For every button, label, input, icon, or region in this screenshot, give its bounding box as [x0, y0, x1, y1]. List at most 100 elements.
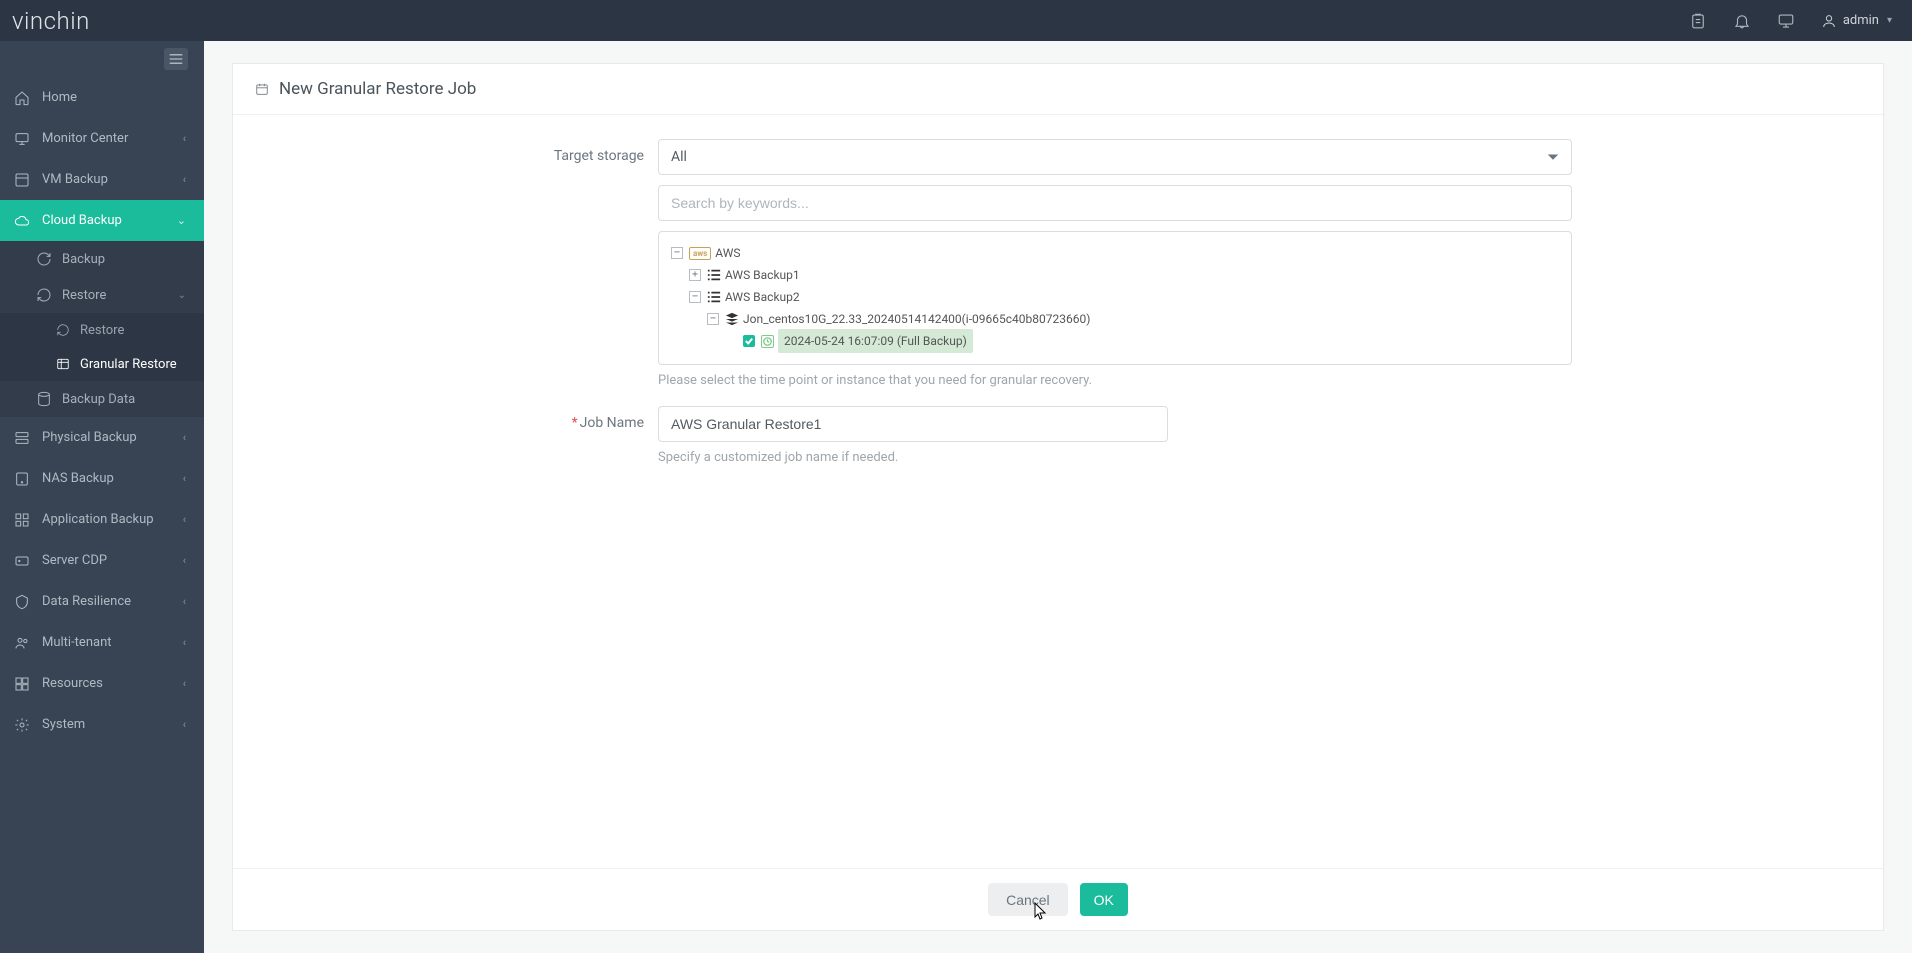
- undo-icon: [56, 323, 70, 337]
- ok-button[interactable]: OK: [1080, 883, 1128, 916]
- nav-data-resilience[interactable]: Data Resilience ‹: [0, 581, 204, 622]
- field-job-name: Specify a customized job name if needed.: [658, 406, 1572, 465]
- nav-vm-backup[interactable]: VM Backup ‹: [0, 159, 204, 200]
- tree-box: − aws AWS + AWS Backup1 −: [658, 231, 1572, 365]
- sidebar-toggle-button[interactable]: [164, 48, 188, 70]
- nav-label: System: [42, 717, 85, 732]
- user-menu[interactable]: admin ▾: [1821, 13, 1892, 29]
- refresh-icon: [36, 251, 52, 267]
- undo-icon: [36, 287, 52, 303]
- clock-icon: [761, 335, 774, 348]
- nav-resources[interactable]: Resources ‹: [0, 663, 204, 704]
- user-name: admin: [1843, 13, 1879, 28]
- tree-backup1-label: AWS Backup1: [725, 264, 800, 286]
- subnav-restore[interactable]: Restore ⌄: [0, 277, 204, 313]
- cdp-icon: [14, 553, 30, 569]
- panel-footer: Cancel OK: [233, 868, 1883, 930]
- topbar-right: admin ▾: [1689, 12, 1892, 30]
- tree-backup1[interactable]: + AWS Backup1: [671, 264, 1559, 286]
- chevron-left-icon: ‹: [183, 636, 186, 649]
- chevron-down-icon: [1547, 151, 1559, 163]
- layout: Home Monitor Center ‹ VM Backup ‹ Cloud …: [0, 41, 1912, 953]
- panel: New Granular Restore Job Target storage …: [232, 63, 1884, 931]
- subnav-label: Restore: [62, 288, 106, 303]
- nav-application-backup[interactable]: Application Backup ‹: [0, 499, 204, 540]
- nav-label: Server CDP: [42, 553, 107, 568]
- calendar-icon: [255, 82, 269, 96]
- collapse-icon[interactable]: −: [671, 247, 683, 259]
- chevron-left-icon: ‹: [183, 513, 186, 526]
- chevron-left-icon: ‹: [183, 173, 186, 186]
- tree-backup2[interactable]: − AWS Backup2: [671, 286, 1559, 308]
- nav-home[interactable]: Home: [0, 77, 204, 118]
- nav-cloud-backup[interactable]: Cloud Backup ⌄: [0, 200, 204, 241]
- nas-icon: [14, 471, 30, 487]
- nav-label: Home: [42, 90, 77, 105]
- list-icon: [707, 268, 721, 282]
- gear-icon: [14, 717, 30, 733]
- nav-label: Data Resilience: [42, 594, 131, 609]
- chevron-left-icon: ‹: [183, 718, 186, 731]
- row-target-storage: Target storage All − aws AWS: [263, 139, 1853, 388]
- nav-multi-tenant[interactable]: Multi-tenant ‹: [0, 622, 204, 663]
- nav-system[interactable]: System ‹: [0, 704, 204, 745]
- collapse-icon[interactable]: −: [707, 313, 719, 325]
- nav-label: Application Backup: [42, 512, 154, 527]
- tree-root[interactable]: − aws AWS: [671, 242, 1559, 264]
- select-value: All: [671, 149, 687, 165]
- subnav-label: Backup Data: [62, 392, 135, 407]
- server-icon: [14, 430, 30, 446]
- subsubnav-restore[interactable]: Restore: [0, 313, 204, 347]
- cancel-button[interactable]: Cancel: [988, 883, 1068, 916]
- chevron-down-icon: ▾: [1887, 15, 1892, 26]
- nav-monitor[interactable]: Monitor Center ‹: [0, 118, 204, 159]
- row-job-name: *Job Name Specify a customized job name …: [263, 406, 1853, 465]
- granular-icon: [56, 357, 70, 371]
- sidebar: Home Monitor Center ‹ VM Backup ‹ Cloud …: [0, 41, 204, 953]
- checkbox-checked[interactable]: [743, 335, 755, 347]
- nav-nas-backup[interactable]: NAS Backup ‹: [0, 458, 204, 499]
- nav-label: NAS Backup: [42, 471, 114, 486]
- search-input[interactable]: [658, 185, 1572, 221]
- subnav-backup[interactable]: Backup: [0, 241, 204, 277]
- job-name-input[interactable]: [658, 406, 1168, 442]
- page-title: New Granular Restore Job: [279, 79, 476, 99]
- expand-icon[interactable]: +: [689, 269, 701, 281]
- target-storage-select[interactable]: All: [658, 139, 1572, 175]
- bell-icon[interactable]: [1733, 12, 1751, 30]
- chevron-left-icon: ‹: [183, 595, 186, 608]
- field-target-storage: All − aws AWS +: [658, 139, 1572, 388]
- clipboard-icon[interactable]: [1689, 12, 1707, 30]
- nav-physical-backup[interactable]: Physical Backup ‹: [0, 417, 204, 458]
- tree-instance[interactable]: − Jon_centos10G_22.33_20240514142400(i-0…: [671, 308, 1559, 330]
- collapse-icon[interactable]: −: [689, 291, 701, 303]
- subnav-label: Backup: [62, 252, 105, 267]
- app-icon: [14, 512, 30, 528]
- nav-label: VM Backup: [42, 172, 108, 187]
- label-target-storage: Target storage: [263, 139, 658, 388]
- chevron-down-icon: ⌄: [177, 214, 186, 227]
- nav-server-cdp[interactable]: Server CDP ‹: [0, 540, 204, 581]
- chevron-left-icon: ‹: [183, 677, 186, 690]
- tree-root-label: AWS: [715, 242, 740, 264]
- monitor-icon[interactable]: [1777, 12, 1795, 30]
- nav-label: Physical Backup: [42, 430, 137, 445]
- list-icon: [707, 290, 721, 304]
- tree-timepoint[interactable]: 2024-05-24 16:07:09 (Full Backup): [671, 330, 1559, 352]
- chevron-down-icon: ⌄: [178, 290, 186, 301]
- subnav-backup-data[interactable]: Backup Data: [0, 381, 204, 417]
- layers-icon: [725, 312, 739, 326]
- chevron-left-icon: ‹: [183, 554, 186, 567]
- subsubnav-label: Granular Restore: [80, 357, 177, 372]
- aws-badge-icon: aws: [689, 247, 711, 260]
- users-icon: [14, 635, 30, 651]
- home-icon: [14, 90, 30, 106]
- subsubnav-granular-restore[interactable]: Granular Restore: [0, 347, 204, 381]
- chevron-left-icon: ‹: [183, 431, 186, 444]
- subsubnav-label: Restore: [80, 323, 124, 338]
- shield-icon: [14, 594, 30, 610]
- chevron-left-icon: ‹: [183, 132, 186, 145]
- database-icon: [36, 391, 52, 407]
- tree-instance-label: Jon_centos10G_22.33_20240514142400(i-096…: [743, 308, 1090, 330]
- cloud-icon: [14, 213, 30, 229]
